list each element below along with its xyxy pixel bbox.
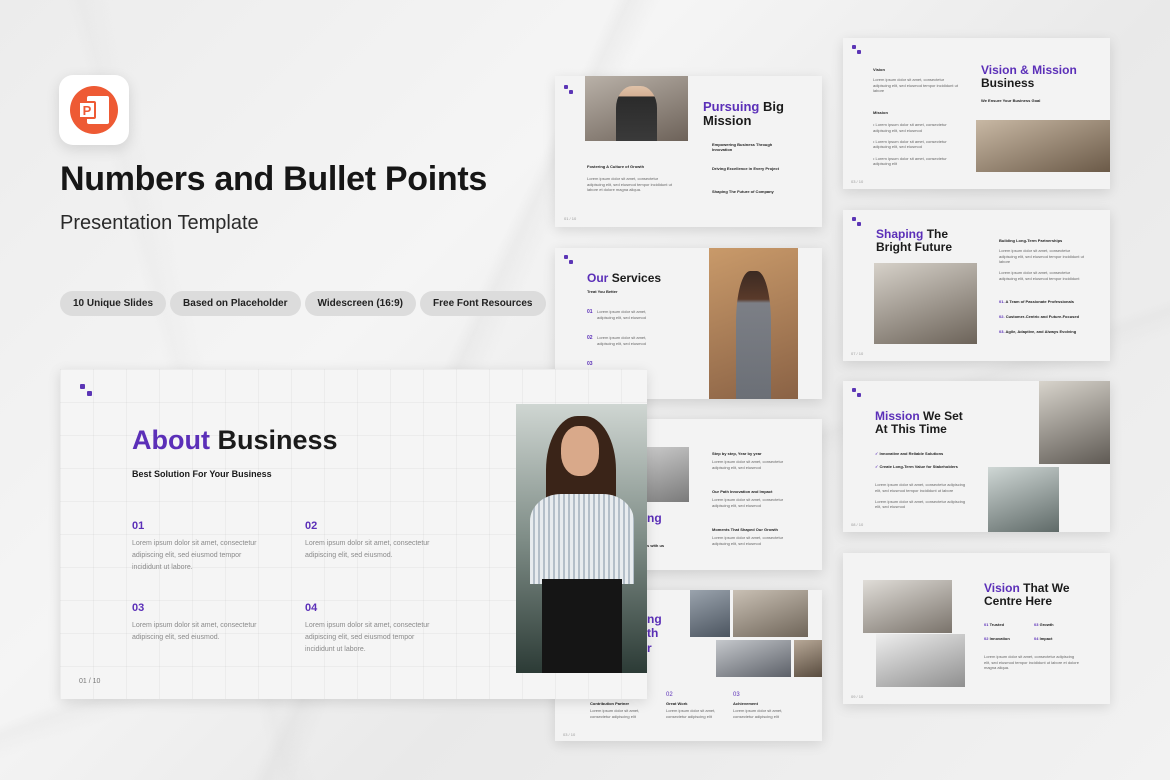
logo-icon [80, 384, 92, 396]
slide-title: Shaping The Bright Future [876, 227, 952, 255]
logo-icon [852, 388, 861, 397]
woman-photo [709, 248, 798, 399]
list-item: 03 Lorem ipsum dolor sit amet, consectetu… [132, 602, 257, 641]
feature-pill: 10 Unique Slides [60, 291, 167, 316]
logo-icon [564, 85, 573, 94]
logo-icon [852, 217, 861, 226]
team-photo [863, 580, 952, 633]
office-photo [647, 447, 689, 502]
logo-icon [852, 45, 861, 54]
businesswoman-photo [516, 404, 647, 673]
businessman-photo [585, 76, 688, 141]
logo-icon [564, 255, 573, 264]
slide-title: Our Services [587, 271, 662, 285]
feature-pill: Free Font Resources [420, 291, 546, 316]
office-photo [988, 467, 1059, 532]
page-subtitle: Presentation Template [60, 212, 259, 234]
slide-title: Pursuing Big Mission [703, 99, 784, 129]
whiteboard-photo [876, 634, 965, 687]
meeting-photo [976, 120, 1110, 172]
slide-about-business: About Business Best Solution For Your Bu… [60, 369, 647, 699]
powerpoint-icon: P [59, 75, 129, 145]
team-photo [733, 590, 808, 637]
slide-title: About Business [132, 425, 338, 455]
slide-shaping-future: Shaping The Bright Future Building Long-T… [843, 210, 1110, 361]
list-item: 02 Lorem ipsum dolor sit amet, consectetu… [305, 520, 430, 559]
team-photo [716, 640, 791, 677]
feature-pills: 10 Unique Slides Based on Placeholder Wi… [60, 291, 546, 316]
slide-title: Mission We Set At This Time [875, 409, 963, 437]
feature-pill: Based on Placeholder [170, 291, 301, 316]
slide-pursuing-mission: Pursuing Big Mission Fostering A Culture … [555, 76, 822, 227]
list-item: 01 Lorem ipsum dolor sit amet, consectetu… [132, 520, 257, 571]
slide-mission-time: Mission We Set At This Time ✓ Innovative … [843, 381, 1110, 532]
list-item: 04 Lorem ipsum dolor sit amet, consectetu… [305, 602, 430, 653]
team-photo [794, 640, 822, 677]
slide-subtitle: Best Solution For Your Business [132, 469, 272, 479]
phone-call-photo [1039, 381, 1110, 464]
slide-title: Vision & Mission Business [981, 63, 1077, 91]
slide-vision-mission: Vision Lorem ipsum dolor sit amet, conse… [843, 38, 1110, 189]
slide-vision-centre: Vision That We Centre Here 01 Trusted 03 … [843, 553, 1110, 704]
page-title: Numbers and Bullet Points [60, 160, 487, 198]
team-photo [874, 263, 977, 344]
team-photo [690, 590, 730, 637]
page-number: 01 / 10 [79, 678, 101, 685]
feature-pill: Widescreen (16:9) [304, 291, 417, 316]
slide-title: Vision That We Centre Here [984, 581, 1070, 609]
